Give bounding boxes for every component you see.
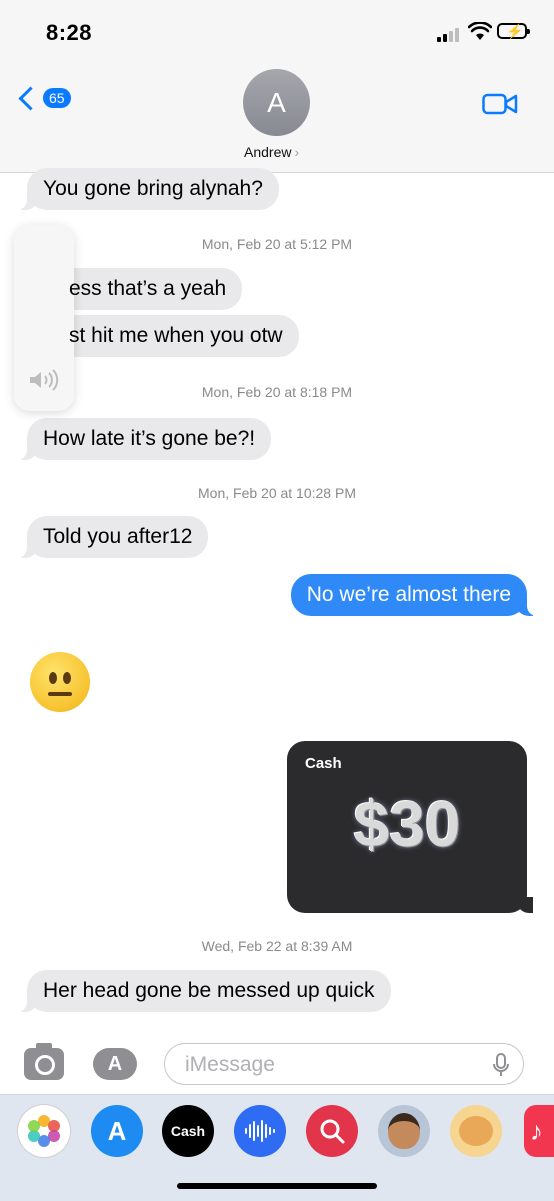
emoji-mouth xyxy=(48,692,72,696)
message-timestamp: Mon, Feb 20 at 8:18 PM xyxy=(201,384,353,400)
received-message[interactable]: Her head gone be messed up quick xyxy=(15,970,391,1012)
app-store-button[interactable]: A xyxy=(93,1048,137,1080)
sent-message[interactable]: No we’re almost there xyxy=(290,574,540,616)
photos-flower-icon xyxy=(28,1115,60,1147)
microphone-icon[interactable] xyxy=(493,1053,509,1077)
unread-count-badge: 65 xyxy=(43,88,71,108)
music-app-icon[interactable]: ♪ xyxy=(524,1105,554,1157)
photos-app-icon[interactable] xyxy=(18,1105,70,1157)
message-timestamp: Wed, Feb 22 at 8:39 AM xyxy=(201,938,353,954)
camera-icon xyxy=(35,1055,55,1075)
chevron-right-icon: › xyxy=(294,144,300,160)
animoji-face-icon xyxy=(459,1116,493,1146)
status-bar: 8:28 ⚡ xyxy=(0,0,554,60)
status-time: 8:28 xyxy=(46,20,93,45)
apple-cash-logo: Cash xyxy=(305,755,342,772)
cellular-signal-icon xyxy=(437,26,463,42)
received-message[interactable]: Told you after12 xyxy=(14,516,209,558)
cash-amount: $30 xyxy=(353,788,461,860)
volume-hud[interactable] xyxy=(14,225,74,411)
facetime-video-icon[interactable] xyxy=(482,92,518,116)
emoji-eye xyxy=(63,672,71,684)
received-message[interactable]: How late it’s gone be?! xyxy=(14,418,272,460)
received-message[interactable]: You gone bring alynah? xyxy=(15,168,279,210)
magnifier-globe-icon xyxy=(320,1119,345,1144)
audio-message-app-icon[interactable] xyxy=(234,1105,286,1157)
emoji-eye xyxy=(49,672,57,684)
contact-name-label: Andrew xyxy=(244,144,292,160)
memoji-app-icon[interactable] xyxy=(378,1105,430,1157)
apple-cash-app-icon[interactable]: Cash xyxy=(162,1105,214,1157)
contact-name[interactable]: Andrew › xyxy=(244,144,299,160)
contact-avatar[interactable]: A xyxy=(243,69,310,136)
waveform-icon xyxy=(245,1120,275,1142)
camera-button[interactable] xyxy=(24,1043,64,1080)
memoji-face-icon xyxy=(388,1113,420,1149)
apple-cash-payment-card[interactable]: Cash $30 xyxy=(287,741,533,913)
neutral-face-emoji-icon[interactable] xyxy=(30,652,90,712)
battery-charging-icon: ⚡ xyxy=(497,23,530,39)
home-indicator[interactable] xyxy=(177,1183,377,1189)
message-field[interactable] xyxy=(164,1043,524,1085)
conversation-header: 8:28 ⚡ 65 A Andrew › xyxy=(0,0,554,173)
wifi-icon xyxy=(468,22,492,40)
message-timestamp: Mon, Feb 20 at 10:28 PM xyxy=(198,485,356,501)
back-button[interactable]: 65 xyxy=(18,85,71,111)
image-search-app-icon[interactable] xyxy=(306,1105,358,1157)
message-input[interactable] xyxy=(183,1050,477,1080)
speaker-volume-icon xyxy=(30,369,59,391)
app-store-app-icon[interactable]: A xyxy=(91,1105,143,1157)
message-timestamp: Mon, Feb 20 at 5:12 PM xyxy=(201,236,353,252)
animoji-app-icon[interactable] xyxy=(450,1105,502,1157)
app-store-icon: A xyxy=(107,1052,123,1075)
chevron-left-icon xyxy=(18,85,43,111)
compose-bar: A xyxy=(0,1030,554,1094)
